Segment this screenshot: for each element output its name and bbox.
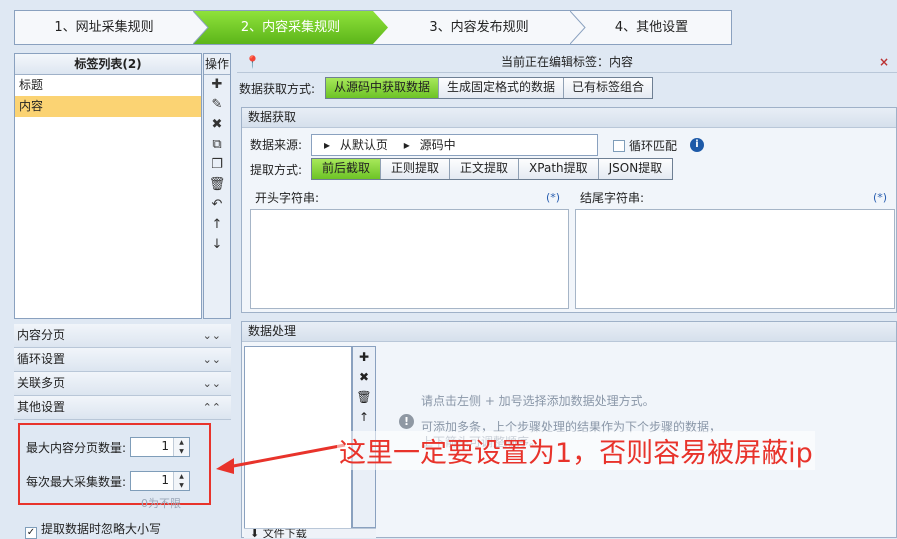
annotation-arrow-icon	[216, 443, 346, 474]
tag-item-title[interactable]: 标题	[15, 75, 201, 96]
undo-icon[interactable]: ↶	[204, 195, 230, 215]
file-download-label: 文件下载	[262, 528, 307, 538]
no-limit-hint: 0为不限	[141, 497, 181, 510]
annotation-text: 这里一定要设置为1，否则容易被屏蔽ip	[337, 431, 815, 470]
data-processing-title: 数据处理	[242, 322, 896, 342]
extract-segmented: 前后截取 正则提取 正文提取 XPath提取 JSON提取	[311, 158, 674, 180]
checkbox-checked-icon[interactable]: ✓	[25, 527, 37, 539]
loop-match-label: 循环匹配	[629, 139, 678, 153]
step-other-settings[interactable]: 4、其他设置	[570, 11, 731, 44]
download-icon: ⬇	[250, 528, 260, 538]
max-pages-value: 1	[161, 439, 169, 453]
extract-label: 提取方式:	[250, 163, 303, 177]
tag-item-content[interactable]: 内容	[15, 96, 201, 117]
method-fixed-format-button[interactable]: 生成固定格式的数据	[439, 78, 565, 98]
method-from-source-button[interactable]: 从源码中获取数据	[326, 78, 440, 98]
breadcrumb-default-page[interactable]: 从默认页	[334, 138, 388, 152]
tag-ops-header: 操作	[204, 54, 230, 75]
edit-icon[interactable]: ✎	[204, 95, 230, 115]
copy-icon[interactable]: ⧉	[204, 135, 230, 155]
source-path-breadcrumb[interactable]: ▸ 从默认页 ▸ 源码中	[311, 134, 598, 156]
max-pages-stepper[interactable]: 1 ▲ ▼	[130, 437, 190, 457]
close-icon[interactable]: ×	[879, 53, 889, 72]
tag-ops-column: 操作 ✚ ✎ ✖ ⧉ ❐ 🗑 ↶ ↑ ↓	[203, 53, 231, 319]
max-collect-stepper[interactable]: 1 ▲ ▼	[130, 471, 190, 491]
data-method-segmented: 从源码中获取数据 生成固定格式的数据 已有标签组合	[325, 77, 654, 99]
step-divider-icon	[193, 11, 209, 44]
source-label: 数据来源:	[250, 138, 303, 152]
tag-list: 标签列表(2) 标题 内容	[14, 53, 202, 319]
move-down-icon[interactable]: ↓	[204, 235, 230, 255]
step-wizard: 1、网址采集规则 2、内容采集规则 3、内容发布规则 4、其他设置	[14, 10, 732, 45]
pin-icon[interactable]: 📍	[245, 53, 260, 72]
accordion-label: 关联多页	[17, 376, 66, 390]
delete-icon[interactable]: ✖	[204, 115, 230, 135]
info-icon: !	[399, 414, 414, 429]
breadcrumb-arrow-icon: ▸	[403, 138, 410, 152]
accordion-label: 循环设置	[17, 352, 66, 366]
accordion-content-paging[interactable]: 内容分页 ⌄⌄	[14, 324, 231, 348]
accordion-label: 其他设置	[17, 400, 66, 414]
extract-json-button[interactable]: JSON提取	[598, 159, 673, 179]
tag-list-header: 标签列表(2)	[15, 54, 201, 75]
extract-regex-button[interactable]: 正则提取	[381, 159, 451, 179]
trash-icon[interactable]: 🗑	[353, 387, 375, 407]
step-url-rules[interactable]: 1、网址采集规则	[15, 11, 193, 44]
chevron-down-icon: ⌄⌄	[202, 353, 221, 366]
chevron-down-icon: ⌄⌄	[202, 329, 221, 342]
move-up-icon[interactable]: ↑	[204, 215, 230, 235]
extract-before-after-button[interactable]: 前后截取	[312, 159, 382, 179]
extract-xpath-button[interactable]: XPath提取	[519, 159, 599, 179]
step-divider-icon	[570, 11, 586, 44]
info-icon[interactable]: i	[690, 138, 704, 152]
start-wildcard-hint[interactable]: (*)	[546, 191, 560, 204]
editing-header: 📍 当前正在编辑标签：内容 ×	[237, 53, 897, 73]
move-up-icon[interactable]: ↑	[353, 407, 375, 427]
editing-title: 当前正在编辑标签：内容	[500, 55, 633, 69]
accordion-multi-page[interactable]: 关联多页 ⌄⌄	[14, 372, 231, 396]
end-wildcard-hint[interactable]: (*)	[873, 191, 887, 204]
chevron-up-icon: ⌃⌃	[202, 401, 221, 414]
step-publish-rules[interactable]: 3、内容发布规则	[388, 11, 570, 44]
accordion-label: 内容分页	[17, 328, 66, 342]
data-fetch-title: 数据获取	[242, 108, 896, 128]
extract-body-button[interactable]: 正文提取	[450, 159, 520, 179]
start-string-label: 开头字符串:	[255, 191, 320, 205]
data-method-label: 数据获取方式:	[239, 82, 316, 96]
breadcrumb-source[interactable]: 源码中	[414, 138, 456, 152]
checkbox-icon[interactable]	[613, 140, 625, 152]
processing-footer[interactable]: ⬇ 文件下载	[244, 528, 376, 538]
max-pages-label: 最大内容分页数量:	[26, 441, 127, 455]
max-collect-value: 1	[161, 473, 169, 487]
method-tag-combo-button[interactable]: 已有标签组合	[564, 78, 653, 98]
accordion-loop-settings[interactable]: 循环设置 ⌄⌄	[14, 348, 231, 372]
loop-match-option[interactable]: 循环匹配	[613, 137, 677, 154]
accordion-other-settings[interactable]: 其他设置 ⌃⌃	[14, 396, 231, 420]
add-icon[interactable]: ✚	[204, 75, 230, 95]
stepper-arrows-icon[interactable]: ▲ ▼	[173, 472, 189, 490]
other-settings-highlight: 最大内容分页数量: 1 ▲ ▼ 每次最大采集数量: 1 ▲ ▼	[18, 423, 211, 505]
processing-hint: 请点击左侧 + 加号选择添加数据处理方式。	[421, 394, 655, 408]
end-string-textarea[interactable]	[575, 209, 895, 309]
add-icon[interactable]: ✚	[353, 347, 375, 367]
step-content-rules[interactable]: 2、内容采集规则	[193, 11, 388, 44]
start-string-textarea[interactable]	[250, 209, 569, 309]
breadcrumb-arrow-icon: ▸	[324, 138, 331, 152]
chevron-down-icon: ⌄⌄	[202, 377, 221, 390]
paste-icon[interactable]: ❐	[204, 155, 230, 175]
trash-icon[interactable]: 🗑	[204, 175, 230, 195]
ignore-case-label: 提取数据时忽略大小写	[41, 522, 162, 536]
end-string-label: 结尾字符串:	[580, 191, 645, 205]
max-collect-label: 每次最大采集数量:	[26, 475, 127, 489]
delete-icon[interactable]: ✖	[353, 367, 375, 387]
stepper-arrows-icon[interactable]: ▲ ▼	[173, 438, 189, 456]
ignore-case-option[interactable]: ✓ 提取数据时忽略大小写	[25, 520, 161, 539]
